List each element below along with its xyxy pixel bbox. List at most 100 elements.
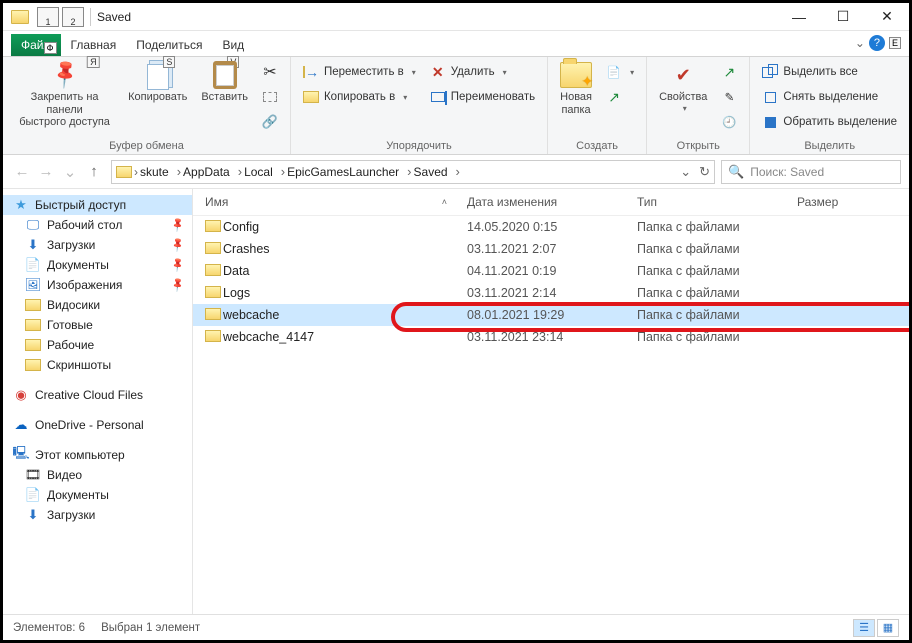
sidebar-item-documents[interactable]: 📄Документы [3,485,192,505]
folder-icon [25,359,41,371]
sidebar-this-pc[interactable]: 🖳Этот компьютер [3,445,192,465]
folder-icon [116,166,132,178]
crumb[interactable]: EpicGamesLauncher [287,164,411,179]
crumb[interactable]: skute [140,164,181,179]
cut-button[interactable]: ✂ [258,61,282,83]
paste-icon [213,61,237,89]
select-all-button[interactable]: Выделить все [758,61,901,83]
view-details-button[interactable]: ☰ [853,619,875,637]
forward-button[interactable]: → [35,163,57,180]
select-none-button[interactable]: Снять выделение [758,86,901,108]
new-folder-button[interactable]: Новая папка [556,61,596,116]
tab-view[interactable]: ВидV [212,34,254,56]
sidebar-item-documents[interactable]: 📄Документы📌 [3,255,192,275]
collapse-ribbon-icon[interactable]: ⌄ [855,36,865,50]
sidebar-item[interactable]: Готовые [3,315,192,335]
quick-access-toolbar: 1 2 [37,7,84,27]
file-list[interactable]: Имя˄ Дата изменения Тип Размер Config14.… [193,189,909,614]
new-item-button[interactable]: 📄 [602,61,638,83]
close-button[interactable]: ✕ [865,3,909,31]
documents-icon: 📄 [25,258,41,272]
computer-icon: 🖳 [13,448,29,462]
copy-path-button[interactable] [258,86,282,108]
dropdown-history-icon[interactable]: ⌄ [680,164,691,180]
pin-icon: 📌 [169,217,186,233]
sidebar-item-desktop[interactable]: 🖵Рабочий стол📌 [3,215,192,235]
back-button[interactable]: ← [11,163,33,180]
move-to-button[interactable]: →Переместить в [299,61,420,83]
paste-shortcut-button[interactable]: 🔗 [258,111,282,133]
copy-to-button[interactable]: Копировать в [299,86,420,108]
open-button[interactable]: ↗ [717,61,741,83]
qat-button-1[interactable]: 1 [37,7,59,27]
title-bar: 1 2 Saved — ☐ ✕ [3,3,909,31]
easy-access-button[interactable]: ↗ [602,86,638,108]
delete-button[interactable]: ✕Удалить [426,61,539,83]
maximize-button[interactable]: ☐ [821,3,865,31]
file-row[interactable]: webcache08.01.2021 19:29Папка с файлами [193,304,909,326]
desktop-icon: 🖵 [25,218,41,232]
copy-button[interactable]: Копировать [124,61,191,104]
file-row[interactable]: Crashes03.11.2021 2:07Папка с файлами [193,238,909,260]
refresh-icon[interactable]: ↻ [699,164,710,180]
pin-icon: 📌 [169,277,186,293]
videos-icon: 🎞 [25,468,41,482]
qat-button-2[interactable]: 2 [62,7,84,27]
tab-share[interactable]: ПоделитьсяS [126,34,212,56]
minimize-button[interactable]: — [777,3,821,31]
sidebar-quick-access[interactable]: ★Быстрый доступ [3,195,192,215]
help-icon[interactable]: ? [869,35,885,51]
column-name[interactable]: Имя˄ [205,195,467,209]
sidebar-item-pictures[interactable]: 🖼Изображения📌 [3,275,192,295]
column-date[interactable]: Дата изменения [467,195,637,209]
easy-access-icon: ↗ [606,89,622,105]
folder-icon [25,339,41,351]
sidebar-creative-cloud[interactable]: ◉Creative Cloud Files [3,385,192,405]
crumb[interactable]: AppData [183,164,242,179]
group-organize: →Переместить в Копировать в ✕Удалить Пер… [291,57,548,154]
up-button[interactable]: ↑ [83,163,105,180]
group-label: Упорядочить [299,138,539,152]
copy-path-icon [262,89,278,105]
sidebar-item-downloads[interactable]: ⬇Загрузки [3,505,192,525]
crumb[interactable]: Local [244,164,285,179]
recent-locations-button[interactable]: ⌄ [59,163,81,181]
edit-button[interactable]: ✎ [717,86,741,108]
folder-icon [205,308,221,320]
sidebar-onedrive[interactable]: ☁OneDrive - Personal [3,415,192,435]
group-label: Буфер обмена [11,138,282,152]
downloads-icon: ⬇ [25,508,41,522]
view-icons-button[interactable]: ▦ [877,619,899,637]
file-row[interactable]: webcache_414703.11.2021 23:14Папка с фай… [193,326,909,348]
pin-icon: 📌 [169,237,186,253]
edit-icon: ✎ [721,89,737,105]
column-type[interactable]: Тип [637,195,797,209]
sidebar-item[interactable]: Видосики [3,295,192,315]
search-box[interactable]: 🔍 Поиск: Saved [721,160,901,184]
sidebar-item[interactable]: Скриншоты [3,355,192,375]
sidebar-item-videos[interactable]: 🎞Видео [3,465,192,485]
column-size[interactable]: Размер [797,195,897,209]
onedrive-icon: ☁ [13,418,29,432]
file-row[interactable]: Logs03.11.2021 2:14Папка с файлами [193,282,909,304]
sidebar-item-downloads[interactable]: ⬇Загрузки📌 [3,235,192,255]
history-button[interactable]: 🕘 [717,111,741,133]
folder-icon [303,91,319,103]
group-new: Новая папка 📄 ↗ Создать [548,57,647,154]
search-placeholder: Поиск: Saved [750,165,824,179]
tab-file[interactable]: ФайлФ [11,34,61,56]
column-headers[interactable]: Имя˄ Дата изменения Тип Размер [193,189,909,216]
navigation-pane[interactable]: ★Быстрый доступ 🖵Рабочий стол📌 ⬇Загрузки… [3,189,193,614]
crumb[interactable]: Saved [414,164,460,179]
file-row[interactable]: Config14.05.2020 0:15Папка с файлами [193,216,909,238]
invert-selection-button[interactable]: Обратить выделение [758,111,901,133]
paste-button[interactable]: Вставить [197,61,252,104]
properties-button[interactable]: ✔ Свойства [655,61,711,113]
sidebar-item[interactable]: Рабочие [3,335,192,355]
tab-home[interactable]: ГлавнаяЯ [61,34,127,56]
pin-icon: 📌 [169,257,186,273]
rename-button[interactable]: Переименовать [426,86,539,108]
breadcrumb-bar[interactable]: › skute AppData Local EpicGamesLauncher … [111,160,715,184]
pin-to-quick-access-button[interactable]: 📌 Закрепить на панели быстрого доступа [11,61,118,129]
file-row[interactable]: Data04.11.2021 0:19Папка с файлами [193,260,909,282]
